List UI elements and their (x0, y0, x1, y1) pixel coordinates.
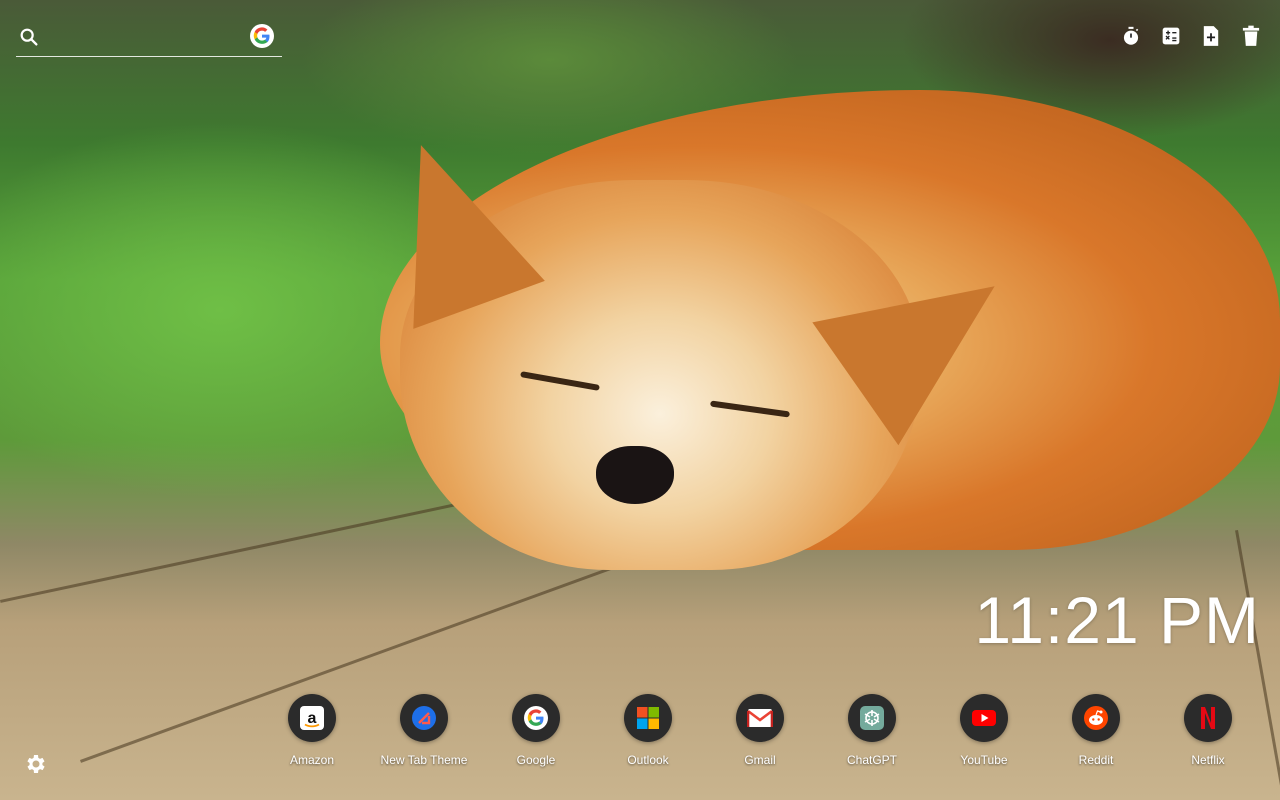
shortcut-label: New Tab Theme (380, 753, 468, 767)
youtube-icon (960, 694, 1008, 742)
gmail-icon (736, 694, 784, 742)
new-note-icon[interactable] (1200, 24, 1222, 48)
shortcut-dock: a Amazon New Tab Theme Google Outlook Gm… (256, 694, 1264, 767)
shortcut-label: Reddit (1078, 753, 1114, 767)
settings-gear-icon[interactable] (24, 752, 48, 776)
trash-icon[interactable] (1240, 24, 1262, 48)
calculator-icon[interactable] (1160, 24, 1182, 48)
chatgpt-icon (848, 694, 896, 742)
amazon-icon: a (288, 694, 336, 742)
shortcut-label: Gmail (744, 753, 776, 767)
netflix-icon (1184, 694, 1232, 742)
svg-text:a: a (308, 710, 317, 727)
shortcut-label: Netflix (1191, 753, 1225, 767)
toolbar (1120, 24, 1262, 48)
microsoft-icon (624, 694, 672, 742)
shortcut-netflix[interactable]: Netflix (1152, 694, 1264, 767)
shortcut-amazon[interactable]: a Amazon (256, 694, 368, 767)
shortcut-new-tab-theme[interactable]: New Tab Theme (368, 694, 480, 767)
clock-time: 11:21 PM (974, 583, 1260, 657)
new-tab-theme-icon (400, 694, 448, 742)
shortcut-reddit[interactable]: Reddit (1040, 694, 1152, 767)
google-search-engine-icon[interactable] (250, 24, 274, 48)
timer-icon[interactable] (1120, 24, 1142, 48)
shortcut-google[interactable]: Google (480, 694, 592, 767)
shortcut-label: Amazon (289, 753, 335, 767)
wallpaper-fox (0, 0, 1280, 800)
search-input[interactable] (50, 26, 254, 52)
search-icon[interactable] (18, 26, 40, 53)
shortcut-outlook[interactable]: Outlook (592, 694, 704, 767)
search-bar (16, 22, 282, 57)
reddit-icon (1072, 694, 1120, 742)
shortcut-gmail[interactable]: Gmail (704, 694, 816, 767)
shortcut-label: ChatGPT (846, 753, 897, 767)
shortcut-label: YouTube (960, 753, 1008, 767)
google-icon (512, 694, 560, 742)
shortcut-label: Outlook (627, 753, 669, 767)
shortcut-chatgpt[interactable]: ChatGPT (816, 694, 928, 767)
shortcut-label: Google (516, 753, 556, 767)
shortcut-youtube[interactable]: YouTube (928, 694, 1040, 767)
